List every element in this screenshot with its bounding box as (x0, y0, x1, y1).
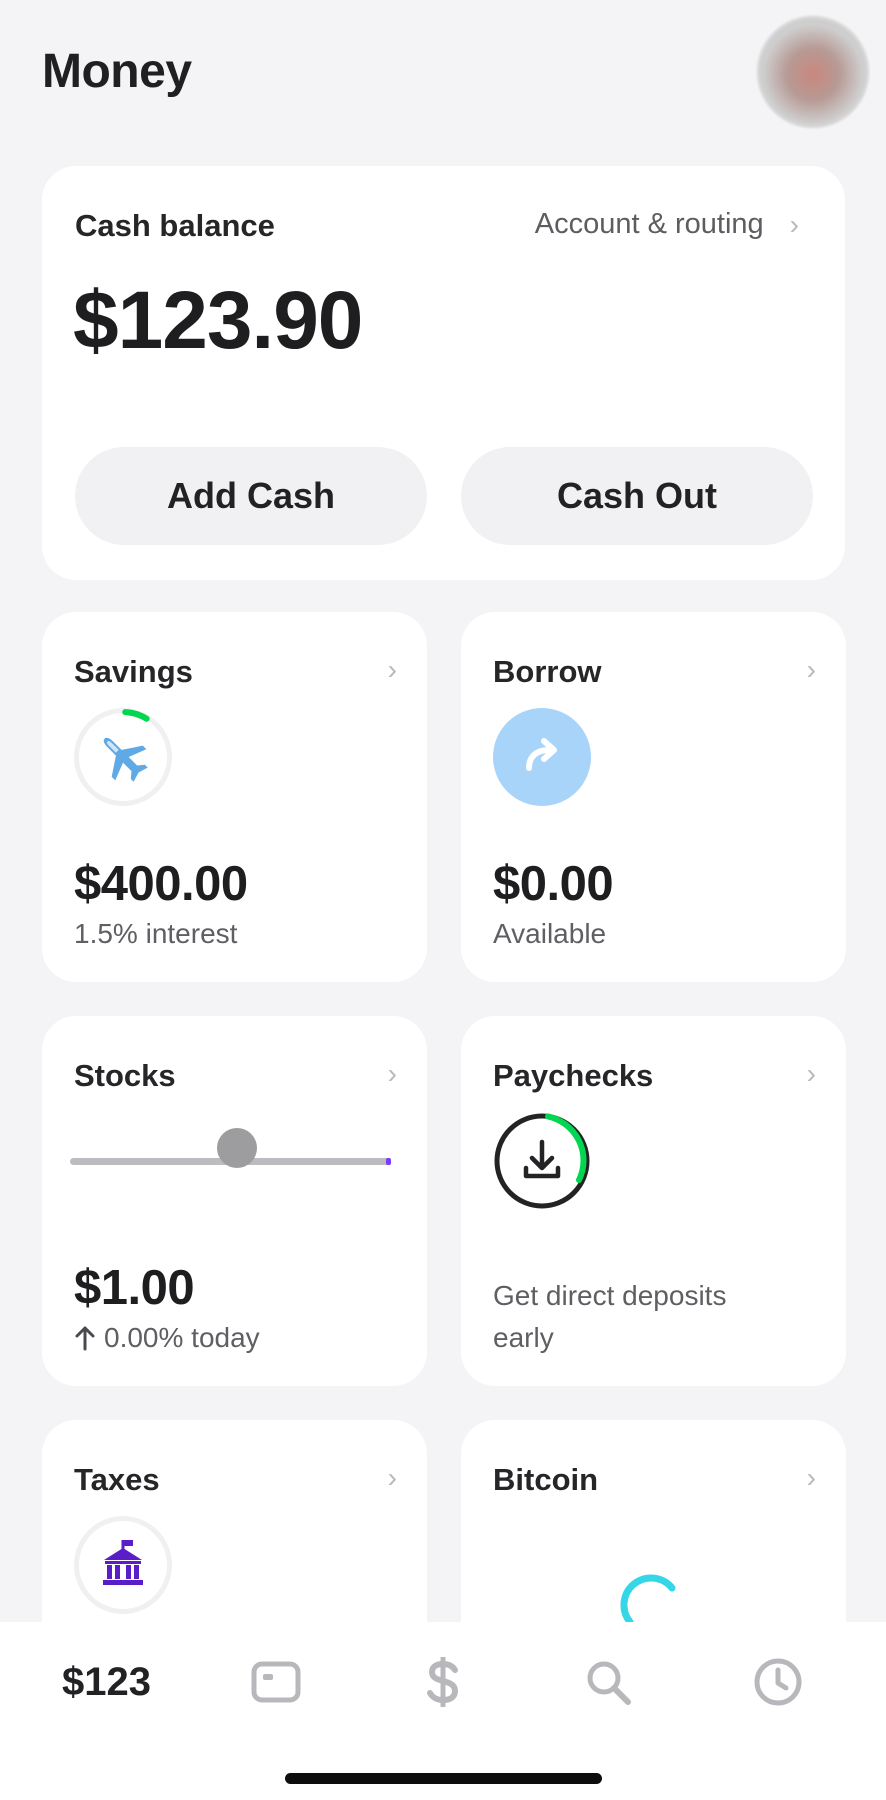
savings-interest: 1.5% interest (74, 918, 238, 949)
dollar-icon (427, 1657, 459, 1707)
paychecks-title: Paychecks (493, 1058, 654, 1093)
borrow-tile[interactable]: Borrow › $0.00 Available (461, 612, 846, 982)
up-arrow-icon (75, 1326, 95, 1351)
borrow-available: Available (493, 918, 607, 949)
cash-balance-card: Cash balance Account & routing › $123.90… (42, 166, 845, 580)
cash-balance-label: Cash balance (75, 208, 275, 243)
airplane-icon (103, 737, 148, 782)
chevron-right-icon: › (806, 1462, 816, 1493)
stocks-tile[interactable]: Stocks › $1.00 0.00% today (42, 1016, 427, 1386)
curved-arrow-icon (526, 738, 557, 771)
nav-activity-tab[interactable] (753, 1656, 803, 1708)
bottom-nav-bar: $123 (0, 1622, 886, 1800)
page-title: Money (42, 45, 192, 98)
chevron-right-icon: › (387, 1058, 397, 1089)
clock-icon (754, 1658, 802, 1706)
search-icon (587, 1661, 631, 1705)
nav-search-tab[interactable] (584, 1656, 632, 1708)
chevron-right-icon: › (789, 208, 799, 240)
paychecks-description: Get direct deposits early (493, 1280, 727, 1353)
borrow-title: Borrow (493, 654, 602, 689)
stocks-chart-dot (217, 1128, 257, 1168)
cash-out-button[interactable]: Cash Out (461, 447, 813, 545)
savings-tile[interactable]: Savings › $400.00 1.5% interest (42, 612, 427, 982)
chevron-right-icon: › (806, 654, 816, 685)
savings-progress-arc (122, 709, 150, 722)
avatar[interactable] (757, 16, 869, 128)
account-routing-link[interactable]: Account & routing › (535, 208, 799, 241)
bitcoin-title: Bitcoin (493, 1462, 599, 1497)
add-cash-button[interactable]: Add Cash (75, 447, 427, 545)
stocks-title: Stocks (74, 1058, 176, 1093)
paychecks-icon (493, 1112, 591, 1210)
chevron-right-icon: › (387, 654, 397, 685)
stocks-change-label: 0.00% today (104, 1322, 260, 1353)
chevron-right-icon: › (387, 1462, 397, 1493)
bank-building-icon (103, 1540, 143, 1585)
savings-amount: $400.00 (74, 857, 248, 911)
stocks-chart-end (386, 1158, 391, 1165)
paychecks-tile[interactable]: Paychecks › Get direct deposits early (461, 1016, 846, 1386)
account-routing-label: Account & routing (534, 208, 764, 240)
home-indicator (285, 1773, 602, 1784)
nav-pay-tab[interactable] (424, 1656, 462, 1708)
savings-goal-icon (74, 708, 172, 806)
nav-card-tab[interactable] (251, 1656, 301, 1708)
savings-title: Savings (74, 654, 193, 689)
stocks-change: 0.00% today (74, 1322, 260, 1354)
borrow-icon (493, 708, 591, 806)
chevron-right-icon: › (806, 1058, 816, 1089)
taxes-title: Taxes (74, 1462, 160, 1497)
card-icon (251, 1661, 301, 1703)
stocks-amount: $1.00 (74, 1261, 195, 1315)
download-icon (523, 1139, 561, 1179)
cash-balance-amount: $123.90 (73, 275, 363, 366)
borrow-amount: $0.00 (493, 857, 614, 911)
nav-balance-tab[interactable]: $123 (62, 1656, 151, 1708)
taxes-icon (74, 1516, 172, 1614)
